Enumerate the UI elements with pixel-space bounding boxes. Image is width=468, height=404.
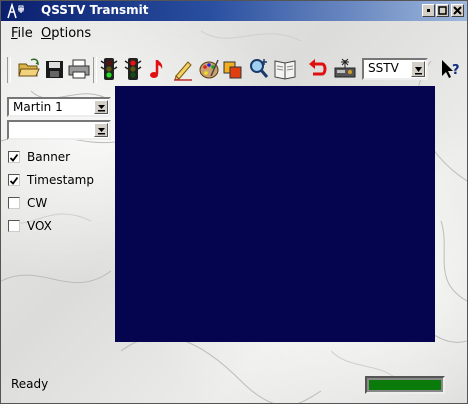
mode-select[interactable]: SSTV xyxy=(362,58,428,80)
window-title: QSSTV Transmit xyxy=(41,3,149,17)
checkmark-icon xyxy=(9,153,19,162)
sstv-mode-value: Martin 1 xyxy=(13,100,63,114)
undo-arrow-icon[interactable] xyxy=(305,56,329,82)
save-disk-icon[interactable] xyxy=(43,56,67,82)
vox-label: VOX xyxy=(27,219,52,233)
paint-palette-icon[interactable] xyxy=(197,56,221,82)
sstv-mode-combo[interactable]: Martin 1 xyxy=(7,97,111,117)
chevron-down-icon xyxy=(415,67,422,75)
maximize-button[interactable] xyxy=(436,4,449,17)
timestamp-checkbox[interactable]: Timestamp xyxy=(7,171,113,191)
cw-checkbox[interactable]: CW xyxy=(7,194,113,214)
traffic-light-red-icon[interactable] xyxy=(121,56,145,82)
chevron-down-icon xyxy=(98,128,105,135)
secondary-combo[interactable] xyxy=(7,120,111,140)
title-bar[interactable]: QSSTV Transmit xyxy=(1,1,467,21)
close-button[interactable] xyxy=(451,4,464,17)
toolbar: SSTV ? xyxy=(1,53,467,87)
overlay-squares-icon[interactable] xyxy=(221,56,245,82)
pencil-edit-icon[interactable] xyxy=(171,56,195,82)
banner-checkbox[interactable]: Banner xyxy=(7,148,113,168)
transmit-device-icon[interactable] xyxy=(333,56,357,82)
music-note-icon[interactable] xyxy=(145,56,169,82)
minimize-button[interactable] xyxy=(422,4,435,17)
whats-this-help-icon[interactable]: ? xyxy=(438,56,462,82)
zoom-in-icon[interactable] xyxy=(247,56,271,82)
vox-checkbox[interactable]: VOX xyxy=(7,217,113,237)
menu-options[interactable]: Options xyxy=(41,26,91,41)
transmit-progress-bar xyxy=(365,376,445,394)
status-text: Ready xyxy=(11,377,49,391)
checkmark-icon xyxy=(9,176,19,185)
print-icon[interactable] xyxy=(67,56,91,82)
cw-label: CW xyxy=(27,196,48,210)
cw-checkbox-box[interactable] xyxy=(8,197,20,209)
mode-select-dropdown-button[interactable] xyxy=(411,61,425,77)
menu-file[interactable]: File xyxy=(11,26,33,41)
svg-text:?: ? xyxy=(452,63,460,78)
book-icon[interactable] xyxy=(273,56,297,82)
timestamp-checkbox-box[interactable] xyxy=(8,174,20,186)
open-folder-icon[interactable] xyxy=(17,56,41,82)
antenna-app-icon xyxy=(7,3,24,19)
qsstv-transmit-window: QSSTV Transmit File Options SSTV ? Marti… xyxy=(0,0,468,404)
chevron-down-icon xyxy=(98,105,105,112)
toolbar-handle[interactable] xyxy=(7,57,11,83)
sstv-mode-dropdown-button[interactable] xyxy=(94,100,108,114)
menu-bar: File Options xyxy=(1,21,467,45)
transmit-image-canvas[interactable] xyxy=(115,86,435,342)
banner-checkbox-box[interactable] xyxy=(8,151,20,163)
vox-checkbox-box[interactable] xyxy=(8,220,20,232)
mode-select-value: SSTV xyxy=(368,61,399,75)
transmit-progress-fill xyxy=(369,380,441,390)
timestamp-label: Timestamp xyxy=(27,173,94,187)
banner-label: Banner xyxy=(27,150,71,164)
traffic-light-green-icon[interactable] xyxy=(97,56,121,82)
secondary-dropdown-button[interactable] xyxy=(94,123,108,137)
